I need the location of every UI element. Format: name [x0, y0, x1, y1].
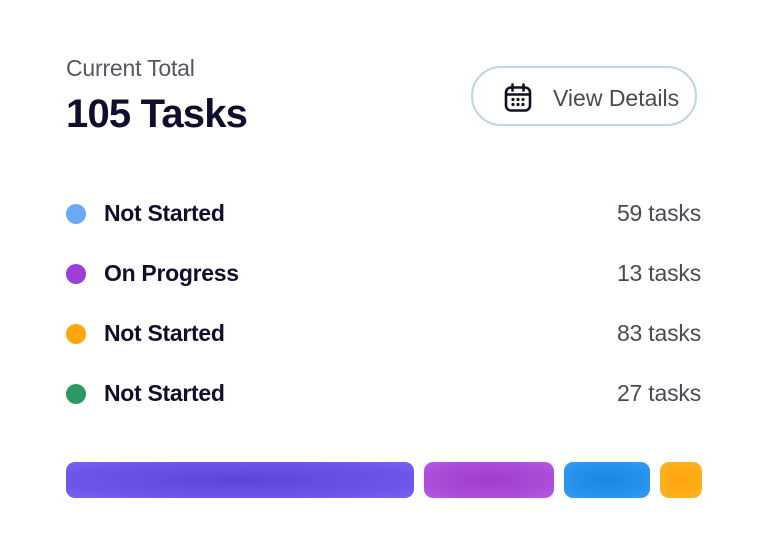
- status-label: Not Started: [104, 380, 225, 406]
- status-label: On Progress: [104, 260, 239, 286]
- task-summary-card: Current Total 105 Tasks View Details Not…: [0, 0, 768, 550]
- progress-segment-4: [660, 462, 702, 498]
- progress-segment-1: [66, 462, 414, 498]
- status-label: Not Started: [104, 320, 225, 346]
- status-count: 13 tasks: [616, 260, 701, 286]
- status-count: 83 tasks: [616, 320, 701, 346]
- status-dot: [66, 204, 86, 224]
- legend-item: Not Started 59 tasks: [66, 184, 702, 244]
- task-progress-bar: [66, 462, 702, 498]
- legend-item: Not Started 83 tasks: [66, 304, 702, 364]
- total-tasks-value: 105 Tasks: [66, 92, 248, 136]
- status-count: 27 tasks: [616, 380, 701, 406]
- status-dot: [66, 324, 86, 344]
- calendar-icon: [504, 83, 532, 113]
- progress-segment-3: [564, 462, 650, 498]
- progress-segment-2: [424, 462, 554, 498]
- view-details-label: View Details: [553, 85, 680, 111]
- status-label: Not Started: [104, 200, 225, 226]
- status-count: 59 tasks: [616, 200, 701, 226]
- view-details-button[interactable]: View Details: [471, 66, 697, 126]
- task-status-legend: Not Started 59 tasks On Progress 13 task…: [66, 184, 702, 424]
- status-dot: [66, 384, 86, 404]
- current-total-label: Current Total: [66, 55, 195, 81]
- status-dot: [66, 264, 86, 284]
- legend-item: On Progress 13 tasks: [66, 244, 702, 304]
- legend-item: Not Started 27 tasks: [66, 364, 702, 424]
